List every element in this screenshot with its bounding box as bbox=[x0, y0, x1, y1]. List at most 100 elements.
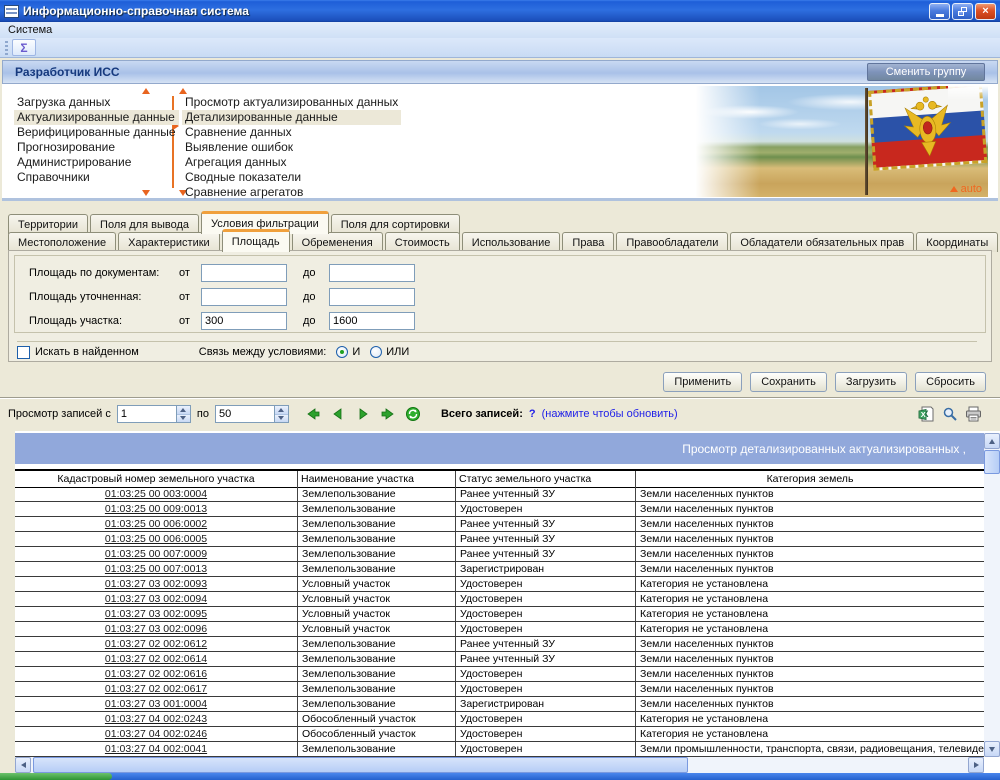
vertical-scroll-thumb[interactable] bbox=[984, 450, 1000, 474]
cadastre-link[interactable]: 01:03:27 04 002:0243 bbox=[105, 713, 207, 725]
cadastre-link[interactable]: 01:03:27 02 002:0616 bbox=[105, 668, 207, 680]
horizontal-scroll-thumb[interactable] bbox=[33, 757, 688, 773]
filter-subtab[interactable]: Координаты bbox=[916, 232, 998, 252]
table-row[interactable]: 01:03:27 02 002:0614 Землепользование Ра… bbox=[15, 652, 984, 667]
refresh-hint-link[interactable]: (нажмите чтобы обновить) bbox=[542, 408, 678, 420]
cadastre-link[interactable]: 01:03:27 03 002:0096 bbox=[105, 623, 207, 635]
change-group-button[interactable]: Сменить группу bbox=[867, 63, 985, 81]
secondary-nav-item[interactable]: Сравнение данных bbox=[182, 125, 401, 140]
scroll-down-icon[interactable] bbox=[984, 741, 1000, 757]
primary-nav-item[interactable]: Загрузка данных bbox=[14, 95, 179, 110]
secondary-nav-item[interactable]: Сравнение агрегатов bbox=[182, 185, 401, 200]
filter-subtab[interactable]: Права bbox=[562, 232, 614, 252]
action-button[interactable]: Применить bbox=[663, 372, 742, 392]
search-icon[interactable] bbox=[942, 406, 958, 422]
sum-tool-button[interactable]: Σ bbox=[12, 39, 36, 56]
primary-nav-item[interactable]: Актуализированные данные bbox=[14, 110, 179, 125]
to-input[interactable] bbox=[329, 264, 415, 282]
cadastre-link[interactable]: 01:03:27 02 002:0617 bbox=[105, 683, 207, 695]
auto-indicator[interactable]: auto bbox=[950, 183, 982, 195]
horizontal-scrollbar[interactable] bbox=[15, 757, 984, 773]
cadastre-link[interactable]: 01:03:27 03 002:0095 bbox=[105, 608, 207, 620]
filter-subtab[interactable]: Характеристики bbox=[118, 232, 220, 252]
table-row[interactable]: 01:03:27 03 002:0093 Условный участок Уд… bbox=[15, 577, 984, 592]
col-header-category[interactable]: Категория земель bbox=[636, 471, 984, 487]
table-row[interactable]: 01:03:27 03 001:0004 Землепользование За… bbox=[15, 697, 984, 712]
condition-radio-and[interactable] bbox=[336, 346, 348, 358]
table-row[interactable]: 01:03:27 04 002:0246 Обособленный участо… bbox=[15, 727, 984, 742]
scroll-up-icon[interactable] bbox=[984, 433, 1000, 449]
cadastre-link[interactable]: 01:03:27 03 001:0004 bbox=[105, 698, 207, 710]
filter-subtab[interactable]: Правообладатели bbox=[616, 232, 728, 252]
nav-scroll-up-icon[interactable] bbox=[179, 88, 187, 94]
close-button[interactable]: × bbox=[975, 3, 996, 20]
col-header-cadastre[interactable]: Кадастровый номер земельного участка bbox=[15, 471, 298, 487]
condition-radio-or[interactable] bbox=[370, 346, 382, 358]
refresh-icon[interactable] bbox=[405, 406, 421, 422]
cadastre-link[interactable]: 01:03:25 00 007:0009 bbox=[105, 548, 207, 560]
cadastre-link[interactable]: 01:03:27 02 002:0612 bbox=[105, 638, 207, 650]
table-row[interactable]: 01:03:25 00 003:0004 Землепользование Ра… bbox=[15, 487, 984, 502]
from-input[interactable] bbox=[201, 312, 287, 330]
first-page-icon[interactable] bbox=[305, 406, 321, 422]
print-icon[interactable] bbox=[965, 406, 982, 422]
excel-export-icon[interactable]: X X bbox=[918, 406, 935, 422]
table-row[interactable]: 01:03:25 00 007:0013 Землепользование За… bbox=[15, 562, 984, 577]
next-page-icon[interactable] bbox=[355, 406, 371, 422]
primary-nav-item[interactable]: Администрирование bbox=[14, 155, 179, 170]
table-row[interactable]: 01:03:27 03 002:0094 Условный участок Уд… bbox=[15, 592, 984, 607]
table-row[interactable]: 01:03:25 00 007:0009 Землепользование Ра… bbox=[15, 547, 984, 562]
table-row[interactable]: 01:03:27 04 002:0243 Обособленный участо… bbox=[15, 712, 984, 727]
filter-subtab[interactable]: Использование bbox=[462, 232, 561, 252]
from-input[interactable] bbox=[201, 288, 287, 306]
spin-down-icon[interactable] bbox=[275, 415, 288, 423]
table-row[interactable]: 01:03:27 03 002:0096 Условный участок Уд… bbox=[15, 622, 984, 637]
col-header-name[interactable]: Наименование участка bbox=[298, 471, 456, 487]
filter-subtab[interactable]: Местоположение bbox=[8, 232, 116, 252]
action-button[interactable]: Загрузить bbox=[835, 372, 907, 392]
table-row[interactable]: 01:03:27 02 002:0612 Землепользование Ра… bbox=[15, 637, 984, 652]
minimize-button[interactable] bbox=[929, 3, 950, 20]
last-page-icon[interactable] bbox=[380, 406, 396, 422]
cadastre-link[interactable]: 01:03:27 04 002:0246 bbox=[105, 728, 207, 740]
table-row[interactable]: 01:03:27 03 002:0095 Условный участок Уд… bbox=[15, 607, 984, 622]
scroll-left-icon[interactable] bbox=[15, 757, 31, 773]
spin-up-icon[interactable] bbox=[275, 406, 288, 415]
total-records-value[interactable]: ? bbox=[529, 408, 536, 420]
prev-page-icon[interactable] bbox=[330, 406, 346, 422]
filter-subtab[interactable]: Стоимость bbox=[385, 232, 460, 252]
secondary-nav-item[interactable]: Сводные показатели bbox=[182, 170, 401, 185]
vertical-scrollbar[interactable] bbox=[984, 433, 1000, 757]
cadastre-link[interactable]: 01:03:25 00 009:0013 bbox=[105, 503, 207, 515]
table-row[interactable]: 01:03:25 00 009:0013 Землепользование Уд… bbox=[15, 502, 984, 517]
primary-nav-item[interactable]: Справочники bbox=[14, 170, 179, 185]
filter-subtab[interactable]: Обладатели обязательных прав bbox=[730, 232, 914, 252]
search-in-found-checkbox[interactable] bbox=[17, 346, 30, 359]
to-input[interactable] bbox=[329, 312, 415, 330]
secondary-nav-item[interactable]: Выявление ошибок bbox=[182, 140, 401, 155]
action-button[interactable]: Сохранить bbox=[750, 372, 827, 392]
primary-nav-item[interactable]: Прогнозирование bbox=[14, 140, 179, 155]
nav-scroll-down-icon[interactable] bbox=[142, 190, 150, 196]
secondary-nav-item[interactable]: Детализированные данные bbox=[182, 110, 401, 125]
table-row[interactable]: 01:03:25 00 006:0002 Землепользование Ра… bbox=[15, 517, 984, 532]
records-to-input[interactable] bbox=[216, 406, 274, 422]
cadastre-link[interactable]: 01:03:25 00 007:0013 bbox=[105, 563, 207, 575]
table-row[interactable]: 01:03:25 00 006:0005 Землепользование Ра… bbox=[15, 532, 984, 547]
cadastre-link[interactable]: 01:03:27 02 002:0614 bbox=[105, 653, 207, 665]
spin-up-icon[interactable] bbox=[177, 406, 190, 415]
primary-nav-item[interactable]: Верифицированные данные bbox=[14, 125, 179, 140]
cadastre-link[interactable]: 01:03:27 03 002:0094 bbox=[105, 593, 207, 605]
to-input[interactable] bbox=[329, 288, 415, 306]
start-button-fragment[interactable] bbox=[0, 773, 112, 780]
toolbar-drag-handle[interactable] bbox=[5, 41, 8, 55]
spin-down-icon[interactable] bbox=[177, 415, 190, 423]
cadastre-link[interactable]: 01:03:27 04 002:0041 bbox=[105, 743, 207, 755]
col-header-status[interactable]: Статус земельного участка bbox=[456, 471, 636, 487]
cadastre-link[interactable]: 01:03:27 03 002:0093 bbox=[105, 578, 207, 590]
from-input[interactable] bbox=[201, 264, 287, 282]
action-button[interactable]: Сбросить bbox=[915, 372, 986, 392]
table-row[interactable]: 01:03:27 02 002:0616 Землепользование Уд… bbox=[15, 667, 984, 682]
filter-subtab[interactable]: Площадь bbox=[222, 229, 290, 252]
cadastre-link[interactable]: 01:03:25 00 006:0002 bbox=[105, 518, 207, 530]
